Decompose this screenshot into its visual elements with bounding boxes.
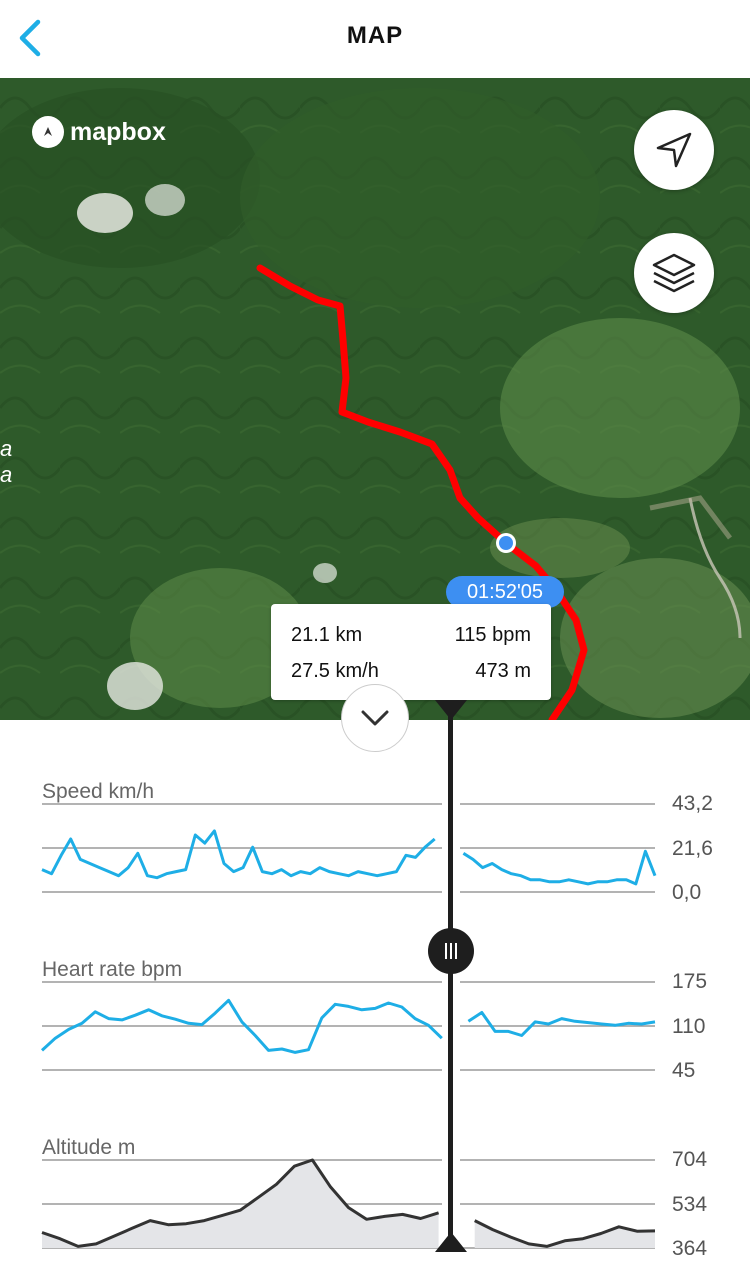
altitude-tick-mid: 534 bbox=[672, 1193, 708, 1216]
heart-rate-chart-label: Heart rate bpm bbox=[42, 958, 183, 981]
chevron-down-icon bbox=[361, 710, 389, 726]
layers-icon bbox=[652, 253, 696, 293]
altitude-tick-min: 364 bbox=[672, 1237, 708, 1260]
scrubber-bottom-pointer bbox=[435, 1232, 467, 1252]
speed-value: 27.5 km/h bbox=[291, 660, 379, 682]
heart-rate-tick-min: 45 bbox=[672, 1059, 696, 1082]
mapbox-attribution[interactable]: mapbox bbox=[32, 116, 166, 148]
navigation-arrow-icon bbox=[656, 132, 692, 168]
altitude-tick-max: 704 bbox=[672, 1148, 708, 1171]
heart-rate-tick-max: 175 bbox=[672, 970, 708, 993]
place-label: a a bbox=[0, 436, 13, 487]
locate-button[interactable] bbox=[634, 110, 714, 190]
timeline-scrubber[interactable] bbox=[448, 700, 453, 1248]
altitude-chart-label: Altitude m bbox=[42, 1136, 136, 1159]
scrubber-handle[interactable] bbox=[428, 928, 474, 974]
mapbox-logo-icon bbox=[32, 116, 64, 148]
map-layers-button[interactable] bbox=[634, 233, 714, 313]
page-title: MAP bbox=[346, 22, 404, 49]
heart-rate-value: 115 bpm bbox=[454, 624, 531, 646]
speed-chart-label: Speed km/h bbox=[42, 780, 155, 803]
scrubber-top-pointer bbox=[435, 700, 467, 720]
distance-value: 21.1 km bbox=[291, 624, 363, 646]
marker-info-box: 21.1 km 115 bpm 27.5 km/h 473 m bbox=[271, 604, 551, 700]
speed-line bbox=[462, 849, 657, 886]
collapse-map-button[interactable] bbox=[341, 684, 409, 752]
speed-tick-mid: 21,6 bbox=[672, 837, 713, 860]
speed-line bbox=[41, 829, 436, 880]
charts-panel: Speed km/h 43,2 21,6 0,0 Heart rate bpm … bbox=[0, 684, 750, 1284]
altitude-value: 473 m bbox=[475, 660, 531, 682]
top-bar: MAP bbox=[0, 0, 750, 78]
speed-tick-max: 43,2 bbox=[672, 792, 713, 815]
heart-rate-tick-mid: 110 bbox=[672, 1015, 706, 1038]
speed-tick-min: 0,0 bbox=[672, 881, 702, 904]
heart-rate-line bbox=[467, 1011, 656, 1037]
mapbox-wordmark: mapbox bbox=[70, 117, 166, 146]
charts-svg bbox=[40, 803, 657, 1249]
map-view[interactable]: mapbox a a 01:52'05 21.1 km 115 bpm 27.5… bbox=[0, 78, 750, 720]
